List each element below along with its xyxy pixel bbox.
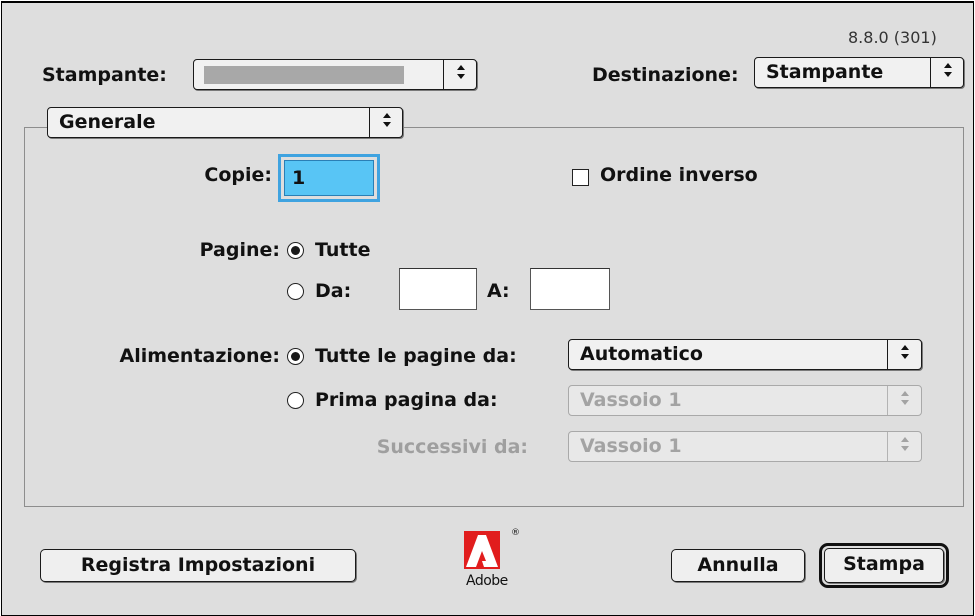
updown-chevron-icon [931, 58, 965, 87]
pages-to-field[interactable] [530, 268, 610, 310]
paper-first-page-popup[interactable]: Vassoio 1 [568, 385, 922, 416]
paper-all-pages-popup[interactable]: Automatico [568, 339, 922, 370]
save-settings-button[interactable]: Registra Impostazioni [40, 549, 356, 582]
pages-to-label: A: [487, 280, 510, 302]
paper-first-page-selected: Vassoio 1 [580, 389, 682, 411]
pages-all-label: Tutte [315, 239, 371, 261]
pages-from-label: Da: [315, 280, 352, 302]
print-dialog: 8.8.0 (301) Stampante: Destinazione: Sta… [1, 1, 974, 616]
panel-popup[interactable]: Generale [47, 107, 403, 138]
paper-first-page-label: Prima pagina da: [315, 389, 498, 411]
adobe-logo-text: Adobe [466, 573, 508, 589]
cancel-button[interactable]: Annulla [671, 549, 805, 582]
print-button[interactable]: Stampa [824, 548, 944, 583]
paper-all-pages-label: Tutte le pagine da: [315, 345, 517, 367]
copies-value: 1 [292, 167, 306, 189]
panel-selected: Generale [59, 111, 156, 133]
paper-all-pages-radio[interactable] [287, 348, 304, 365]
updown-chevron-icon [888, 386, 922, 415]
reverse-order-checkbox[interactable] [572, 169, 589, 186]
adobe-logo-mark [464, 531, 500, 569]
paper-source-label: Alimentazione: [119, 345, 280, 367]
updown-chevron-icon [444, 60, 478, 89]
paper-remaining-popup[interactable]: Vassoio 1 [568, 431, 922, 462]
printer-name-field [204, 66, 404, 84]
adobe-registered-mark: ® [511, 528, 520, 538]
updown-chevron-icon [888, 340, 922, 369]
destination-selected: Stampante [766, 61, 884, 83]
pages-label: Pagine: [199, 239, 280, 261]
paper-first-page-radio[interactable] [287, 392, 304, 409]
reverse-order-label: Ordine inverso [600, 164, 758, 186]
updown-chevron-icon [370, 108, 404, 137]
printer-label: Stampante: [42, 64, 167, 86]
paper-all-pages-selected: Automatico [580, 343, 703, 365]
pages-all-radio[interactable] [287, 242, 304, 259]
updown-chevron-icon [888, 432, 922, 461]
pages-from-field[interactable] [399, 268, 477, 310]
destination-label: Destinazione: [592, 64, 739, 86]
copies-label: Copie: [204, 164, 272, 186]
paper-remaining-label: Successivi da: [376, 436, 528, 458]
paper-remaining-selected: Vassoio 1 [580, 435, 682, 457]
printer-popup[interactable] [193, 59, 477, 90]
copies-field[interactable]: 1 [284, 160, 374, 196]
pages-range-radio[interactable] [287, 283, 304, 300]
destination-popup[interactable]: Stampante [754, 57, 964, 88]
version-label: 8.8.0 (301) [848, 28, 937, 47]
adobe-logo: ® Adobe [462, 528, 522, 595]
